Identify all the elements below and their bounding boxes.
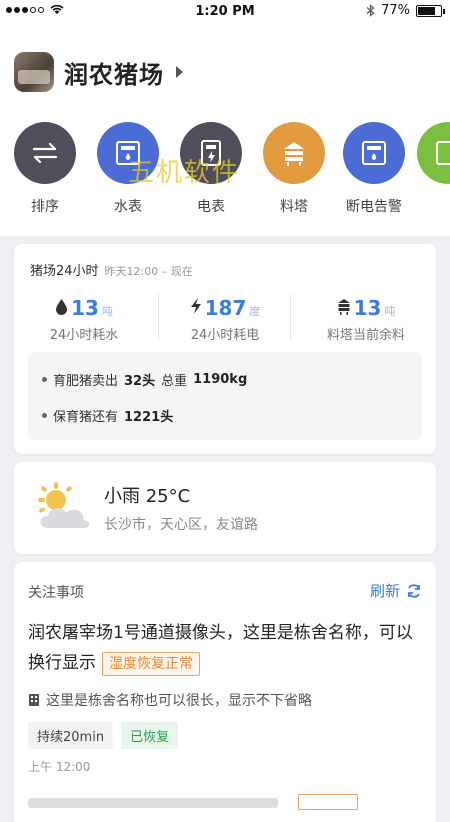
summary-value: 1221头 [124,410,174,425]
summary-text: 总重 [161,374,188,389]
farm-24h-card: 猪场24小时 昨天12:00 – 现在 13 吨 24小时耗水 187 度 24小… [14,244,436,454]
alerts-title: 关注事项 [28,585,84,601]
battery-percent: 77% [381,3,410,18]
caret-right-icon [176,66,183,78]
weather-location: 长沙市，天心区，友谊路 [104,517,258,533]
lightning-icon [190,298,201,314]
stats-range: 昨天12:00 – 现在 [104,265,193,278]
summary-text: 育肥猪卖出 [53,374,119,389]
alerts-card: 关注事项 刷新 润农屠宰场1号通道摄像头，这里是栋舍名称，可以换行显示 湿度恢复正… [14,562,436,822]
quick-action-label: 断电告警 [346,199,402,215]
alert-location-text: 这里是栋舍名称也可以很长，显示不下省略 [46,693,312,709]
quick-action-sort[interactable]: 排序 [5,122,85,216]
bullet [42,413,47,418]
stat-desc: 24小时耗水 [49,328,119,343]
summary-value: 1190kg [193,372,248,387]
alert-item[interactable]: 润农屠宰场1号通道摄像头，这里是栋舍名称，可以换行显示 湿度恢复正常 [28,618,422,678]
quick-action-label: 水表 [114,199,142,215]
partly-cloudy-icon [38,482,90,528]
power-alarm-icon [343,122,405,184]
stat-value: 13 [353,296,382,320]
farm-avatar [14,52,54,92]
alert-tag: 湿度恢复正常 [102,652,200,676]
bluetooth-icon [366,4,375,17]
stat-unit: 吨 [384,305,396,318]
weather-card[interactable]: 小雨 25°C 长沙市，天心区，友谊路 [14,462,436,554]
stat-value: 13 [71,296,99,320]
watermark: 五机软件 [128,158,241,188]
battery-icon [416,4,445,17]
stat-feed[interactable]: 13 吨 料塔当前余料 [296,296,436,343]
stat-unit: 度 [249,305,261,318]
more-icon [417,122,450,184]
status-bar: 1:20 PM 77% [0,0,450,24]
divider [290,294,291,340]
silo-icon [337,299,350,315]
quick-action-label: 排序 [31,199,59,215]
quick-action-power-alarm[interactable]: 断电告警 [334,122,414,216]
feed-tower-icon [263,122,325,184]
stat-unit: 吨 [101,305,113,318]
quick-action-feed-tower[interactable]: 料塔 [254,122,334,216]
quick-action-more[interactable] [417,122,450,184]
bullet [42,377,47,382]
header: 润农猪场 排序 水表 电表 料塔 断电告警 五机软件 [0,24,450,236]
stat-desc: 料塔当前余料 [326,328,405,343]
building-icon [29,694,39,706]
quick-action-label: 料塔 [280,199,308,215]
refresh-button[interactable]: 刷新 [370,580,422,601]
refresh-icon [408,583,420,598]
stats-header: 猪场24小时 昨天12:00 – 现在 [30,260,193,279]
water-drop-icon [56,299,68,315]
stat-desc: 24小时耗电 [190,328,260,343]
sales-summary: 育肥猪卖出 32头 总重 1190kg 保育猪还有 1221头 [28,352,422,440]
alert-time: 上午 12:00 [28,760,91,774]
state-chip: 已恢复 [121,722,179,749]
quick-action-label: 电表 [197,199,225,215]
alert-text: 润农屠宰场1号通道摄像头，这里是栋舍名称，可以换行显示 [28,623,413,673]
duration-chip: 持续20min [28,722,114,749]
farm-selector[interactable]: 润农猪场 [14,52,183,92]
farm-name: 润农猪场 [64,60,164,89]
swap-icon [14,122,76,184]
refresh-label: 刷新 [369,582,400,600]
summary-line-finishing: 育肥猪卖出 32头 总重 1190kg [42,370,247,389]
stat-value: 187 [204,296,247,320]
alert-item-next[interactable] [28,794,422,810]
stat-electricity[interactable]: 187 度 24小时耗电 [155,296,295,343]
summary-text: 保育猪还有 [53,410,119,425]
weather-condition: 小雨 25°C [104,486,191,507]
stats-title: 猪场24小时 [30,264,99,279]
summary-value: 32头 [124,374,156,389]
stat-water[interactable]: 13 吨 24小时耗水 [14,296,154,343]
summary-line-nursery: 保育猪还有 1221头 [42,406,173,425]
alert-location: 这里是栋舍名称也可以很长，显示不下省略 [28,690,312,710]
